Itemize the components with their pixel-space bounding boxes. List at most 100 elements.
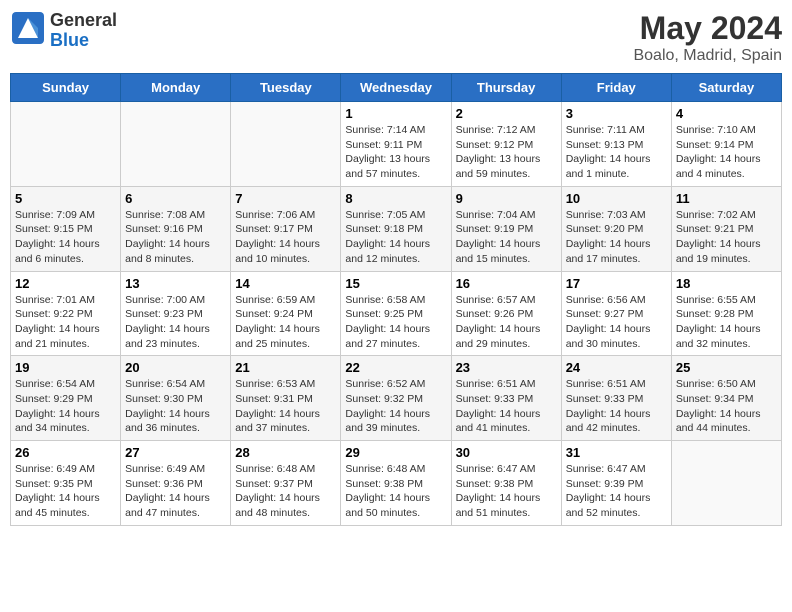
calendar-cell: 11Sunrise: 7:02 AM Sunset: 9:21 PM Dayli… — [671, 186, 781, 271]
day-number: 1 — [345, 106, 446, 121]
logo-general-text: General — [50, 11, 117, 31]
calendar-cell: 30Sunrise: 6:47 AM Sunset: 9:38 PM Dayli… — [451, 441, 561, 526]
calendar-cell: 5 Sunrise: 7:09 AM Sunset: 9:15 PM Daylig… — [11, 186, 121, 271]
day-content: Sunrise: 6:47 AM Sunset: 9:38 PM Dayligh… — [456, 462, 557, 521]
day-content: Sunrise: 6:48 AM Sunset: 9:37 PM Dayligh… — [235, 462, 336, 521]
day-content: Sunrise: 6:58 AM Sunset: 9:25 PM Dayligh… — [345, 293, 446, 352]
day-content: Sunrise: 6:57 AM Sunset: 9:26 PM Dayligh… — [456, 293, 557, 352]
calendar-header: SundayMondayTuesdayWednesdayThursdayFrid… — [11, 74, 782, 102]
week-row-4: 19 Sunrise: 6:54 AM Sunset: 9:29 PM Dayli… — [11, 356, 782, 441]
day-number: 31 — [566, 445, 667, 460]
calendar-cell: 24Sunrise: 6:51 AM Sunset: 9:33 PM Dayli… — [561, 356, 671, 441]
page-header: General Blue May 2024 Boalo, Madrid, Spa… — [10, 10, 782, 65]
calendar-cell: 28 Sunrise: 6:48 AM Sunset: 9:37 PM Dayli… — [231, 441, 341, 526]
day-number: 4 — [676, 106, 777, 121]
calendar-cell: 18 Sunrise: 6:55 AM Sunset: 9:28 PM Dayli… — [671, 271, 781, 356]
day-number: 17 — [566, 276, 667, 291]
day-content: Sunrise: 7:00 AM Sunset: 9:23 PM Dayligh… — [125, 293, 226, 352]
calendar-cell: 20 Sunrise: 6:54 AM Sunset: 9:30 PM Dayli… — [121, 356, 231, 441]
day-content: Sunrise: 6:59 AM Sunset: 9:24 PM Dayligh… — [235, 293, 336, 352]
day-number: 22 — [345, 360, 446, 375]
main-title: May 2024 — [633, 10, 782, 47]
day-number: 11 — [676, 191, 777, 206]
calendar-cell: 14 Sunrise: 6:59 AM Sunset: 9:24 PM Dayli… — [231, 271, 341, 356]
day-content: Sunrise: 7:08 AM Sunset: 9:16 PM Dayligh… — [125, 208, 226, 267]
calendar-cell: 25 Sunrise: 6:50 AM Sunset: 9:34 PM Dayli… — [671, 356, 781, 441]
calendar-cell: 9Sunrise: 7:04 AM Sunset: 9:19 PM Daylig… — [451, 186, 561, 271]
day-number: 19 — [15, 360, 116, 375]
day-content: Sunrise: 6:49 AM Sunset: 9:36 PM Dayligh… — [125, 462, 226, 521]
day-content: Sunrise: 7:01 AM Sunset: 9:22 PM Dayligh… — [15, 293, 116, 352]
day-number: 5 — [15, 191, 116, 206]
day-content: Sunrise: 7:06 AM Sunset: 9:17 PM Dayligh… — [235, 208, 336, 267]
title-block: May 2024 Boalo, Madrid, Spain — [633, 10, 782, 65]
logo-blue-text: Blue — [50, 31, 117, 51]
day-number: 16 — [456, 276, 557, 291]
day-content: Sunrise: 7:03 AM Sunset: 9:20 PM Dayligh… — [566, 208, 667, 267]
column-header-monday: Monday — [121, 74, 231, 102]
calendar-cell — [671, 441, 781, 526]
header-row: SundayMondayTuesdayWednesdayThursdayFrid… — [11, 74, 782, 102]
day-number: 29 — [345, 445, 446, 460]
day-number: 25 — [676, 360, 777, 375]
day-content: Sunrise: 7:10 AM Sunset: 9:14 PM Dayligh… — [676, 123, 777, 182]
day-number: 14 — [235, 276, 336, 291]
day-content: Sunrise: 7:11 AM Sunset: 9:13 PM Dayligh… — [566, 123, 667, 182]
calendar-cell: 22 Sunrise: 6:52 AM Sunset: 9:32 PM Dayli… — [341, 356, 451, 441]
calendar-cell: 31 Sunrise: 6:47 AM Sunset: 9:39 PM Dayli… — [561, 441, 671, 526]
calendar-body: 1 Sunrise: 7:14 AM Sunset: 9:11 PM Daylig… — [11, 102, 782, 526]
day-number: 23 — [456, 360, 557, 375]
day-content: Sunrise: 6:54 AM Sunset: 9:30 PM Dayligh… — [125, 377, 226, 436]
day-number: 21 — [235, 360, 336, 375]
column-header-tuesday: Tuesday — [231, 74, 341, 102]
day-number: 6 — [125, 191, 226, 206]
day-content: Sunrise: 7:12 AM Sunset: 9:12 PM Dayligh… — [456, 123, 557, 182]
calendar-cell — [231, 102, 341, 187]
day-number: 20 — [125, 360, 226, 375]
day-content: Sunrise: 6:55 AM Sunset: 9:28 PM Dayligh… — [676, 293, 777, 352]
column-header-wednesday: Wednesday — [341, 74, 451, 102]
day-content: Sunrise: 6:50 AM Sunset: 9:34 PM Dayligh… — [676, 377, 777, 436]
logo-icon — [10, 10, 46, 46]
day-content: Sunrise: 6:48 AM Sunset: 9:38 PM Dayligh… — [345, 462, 446, 521]
calendar-cell: 26Sunrise: 6:49 AM Sunset: 9:35 PM Dayli… — [11, 441, 121, 526]
calendar-cell: 13 Sunrise: 7:00 AM Sunset: 9:23 PM Dayli… — [121, 271, 231, 356]
day-number: 12 — [15, 276, 116, 291]
calendar-cell: 1 Sunrise: 7:14 AM Sunset: 9:11 PM Daylig… — [341, 102, 451, 187]
day-content: Sunrise: 6:52 AM Sunset: 9:32 PM Dayligh… — [345, 377, 446, 436]
day-number: 28 — [235, 445, 336, 460]
calendar-cell: 17 Sunrise: 6:56 AM Sunset: 9:27 PM Dayli… — [561, 271, 671, 356]
calendar-cell: 21 Sunrise: 6:53 AM Sunset: 9:31 PM Dayli… — [231, 356, 341, 441]
calendar-cell: 27Sunrise: 6:49 AM Sunset: 9:36 PM Dayli… — [121, 441, 231, 526]
calendar-cell — [121, 102, 231, 187]
calendar-cell: 6 Sunrise: 7:08 AM Sunset: 9:16 PM Daylig… — [121, 186, 231, 271]
calendar-cell: 3 Sunrise: 7:11 AM Sunset: 9:13 PM Daylig… — [561, 102, 671, 187]
calendar-cell — [11, 102, 121, 187]
calendar-table: SundayMondayTuesdayWednesdayThursdayFrid… — [10, 73, 782, 526]
day-number: 15 — [345, 276, 446, 291]
day-number: 18 — [676, 276, 777, 291]
day-content: Sunrise: 7:14 AM Sunset: 9:11 PM Dayligh… — [345, 123, 446, 182]
week-row-5: 26Sunrise: 6:49 AM Sunset: 9:35 PM Dayli… — [11, 441, 782, 526]
day-number: 10 — [566, 191, 667, 206]
calendar-cell: 4 Sunrise: 7:10 AM Sunset: 9:14 PM Daylig… — [671, 102, 781, 187]
day-content: Sunrise: 6:54 AM Sunset: 9:29 PM Dayligh… — [15, 377, 116, 436]
column-header-sunday: Sunday — [11, 74, 121, 102]
day-number: 13 — [125, 276, 226, 291]
column-header-thursday: Thursday — [451, 74, 561, 102]
day-content: Sunrise: 7:05 AM Sunset: 9:18 PM Dayligh… — [345, 208, 446, 267]
day-number: 8 — [345, 191, 446, 206]
day-content: Sunrise: 6:49 AM Sunset: 9:35 PM Dayligh… — [15, 462, 116, 521]
day-content: Sunrise: 6:56 AM Sunset: 9:27 PM Dayligh… — [566, 293, 667, 352]
week-row-1: 1 Sunrise: 7:14 AM Sunset: 9:11 PM Daylig… — [11, 102, 782, 187]
week-row-2: 5 Sunrise: 7:09 AM Sunset: 9:15 PM Daylig… — [11, 186, 782, 271]
day-content: Sunrise: 6:47 AM Sunset: 9:39 PM Dayligh… — [566, 462, 667, 521]
calendar-cell: 2Sunrise: 7:12 AM Sunset: 9:12 PM Daylig… — [451, 102, 561, 187]
day-number: 3 — [566, 106, 667, 121]
calendar-cell: 12 Sunrise: 7:01 AM Sunset: 9:22 PM Dayli… — [11, 271, 121, 356]
calendar-cell: 8 Sunrise: 7:05 AM Sunset: 9:18 PM Daylig… — [341, 186, 451, 271]
week-row-3: 12 Sunrise: 7:01 AM Sunset: 9:22 PM Dayli… — [11, 271, 782, 356]
day-content: Sunrise: 6:53 AM Sunset: 9:31 PM Dayligh… — [235, 377, 336, 436]
calendar-cell: 10 Sunrise: 7:03 AM Sunset: 9:20 PM Dayli… — [561, 186, 671, 271]
day-content: Sunrise: 7:09 AM Sunset: 9:15 PM Dayligh… — [15, 208, 116, 267]
